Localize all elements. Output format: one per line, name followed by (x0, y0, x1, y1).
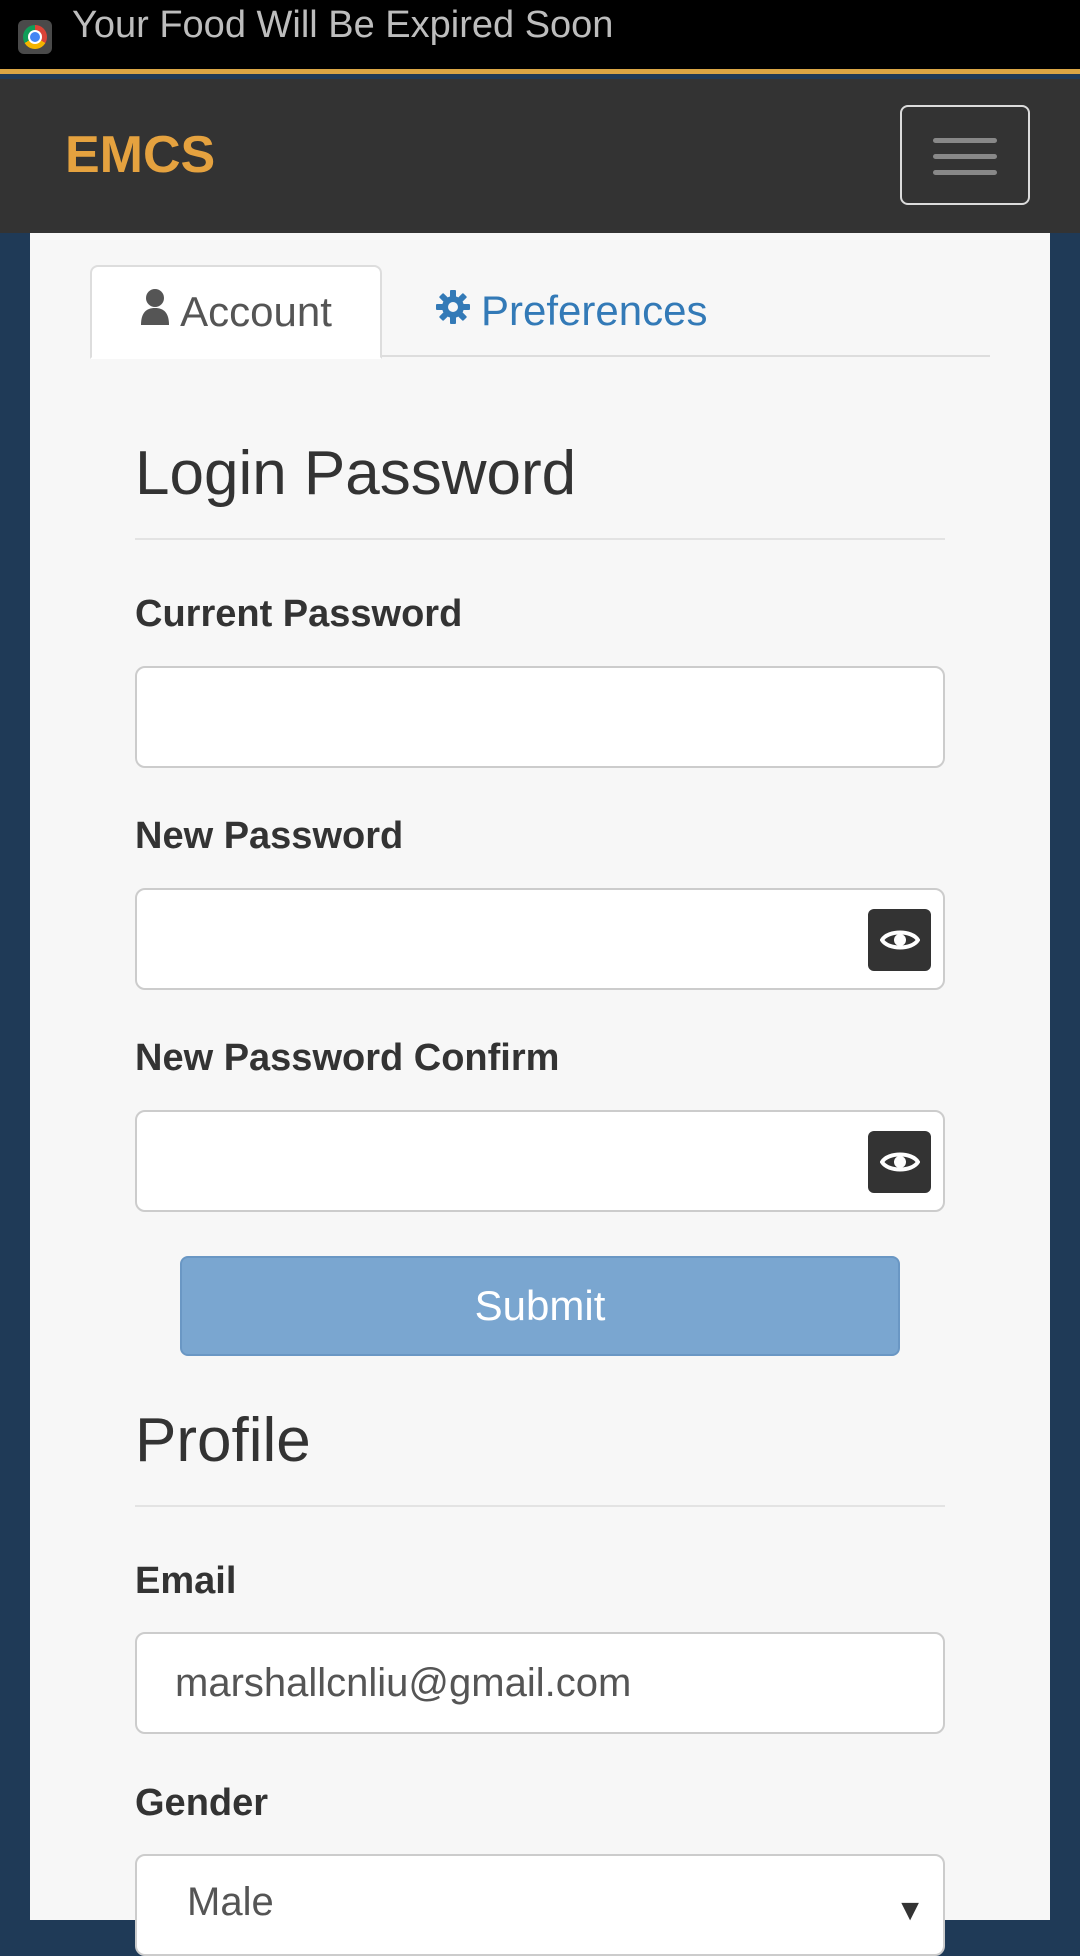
gender-selected-value: Male (187, 1880, 274, 1924)
tab-preferences[interactable]: Preferences (435, 265, 755, 357)
show-password-confirm-button[interactable] (868, 1131, 931, 1193)
new-password-field[interactable] (135, 888, 945, 990)
chevron-down-icon: ▼ (895, 1894, 925, 1927)
gender-select[interactable]: Male ▼ (135, 1854, 945, 1956)
tab-preferences-label: Preferences (481, 287, 708, 334)
notification-bar: Your Food Will Be Expired Soon (0, 0, 1080, 74)
tab-account[interactable]: Account (90, 265, 382, 359)
login-password-heading: Login Password (135, 438, 945, 540)
notification-text[interactable]: Your Food Will Be Expired Soon (72, 4, 613, 47)
main-content: Account Preferences Login Password Curre… (30, 233, 1050, 1956)
email-field[interactable]: marshallcnliu@gmail.com (135, 1632, 945, 1734)
gender-label: Gender (135, 1782, 269, 1824)
new-password-confirm-label: New Password Confirm (135, 1037, 560, 1079)
tab-account-label: Account (180, 288, 332, 335)
brand-logo[interactable]: EMCS (65, 125, 215, 185)
current-password-label: Current Password (135, 593, 463, 635)
user-icon (140, 288, 170, 336)
submit-button[interactable]: Submit (180, 1256, 900, 1356)
gear-icon (435, 287, 471, 335)
tab-bar: Account Preferences (90, 265, 990, 359)
new-password-confirm-field[interactable] (135, 1110, 945, 1212)
profile-heading: Profile (135, 1405, 945, 1507)
new-password-label: New Password (135, 815, 404, 857)
current-password-field[interactable] (135, 666, 945, 768)
chrome-icon (18, 20, 52, 54)
email-label: Email (135, 1560, 237, 1602)
menu-toggle-button[interactable] (900, 105, 1030, 205)
navbar: EMCS (0, 79, 1080, 233)
hamburger-menu-icon (933, 138, 997, 143)
eye-icon (880, 930, 920, 950)
show-password-button[interactable] (868, 909, 931, 971)
eye-icon (880, 1152, 920, 1172)
